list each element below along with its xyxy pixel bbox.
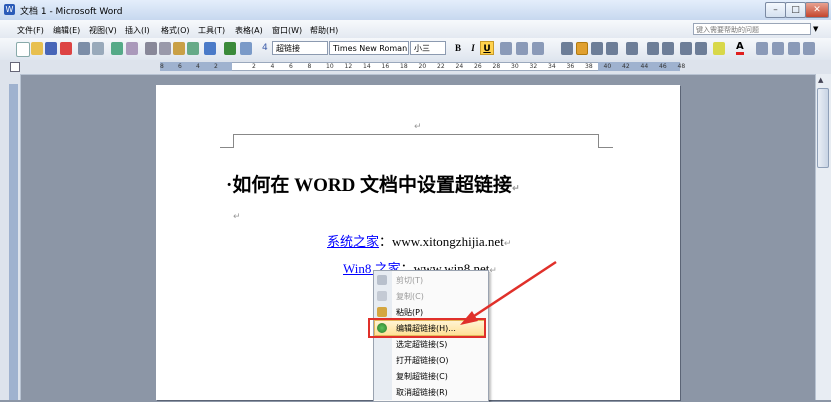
annotation-arrow — [460, 260, 557, 325]
